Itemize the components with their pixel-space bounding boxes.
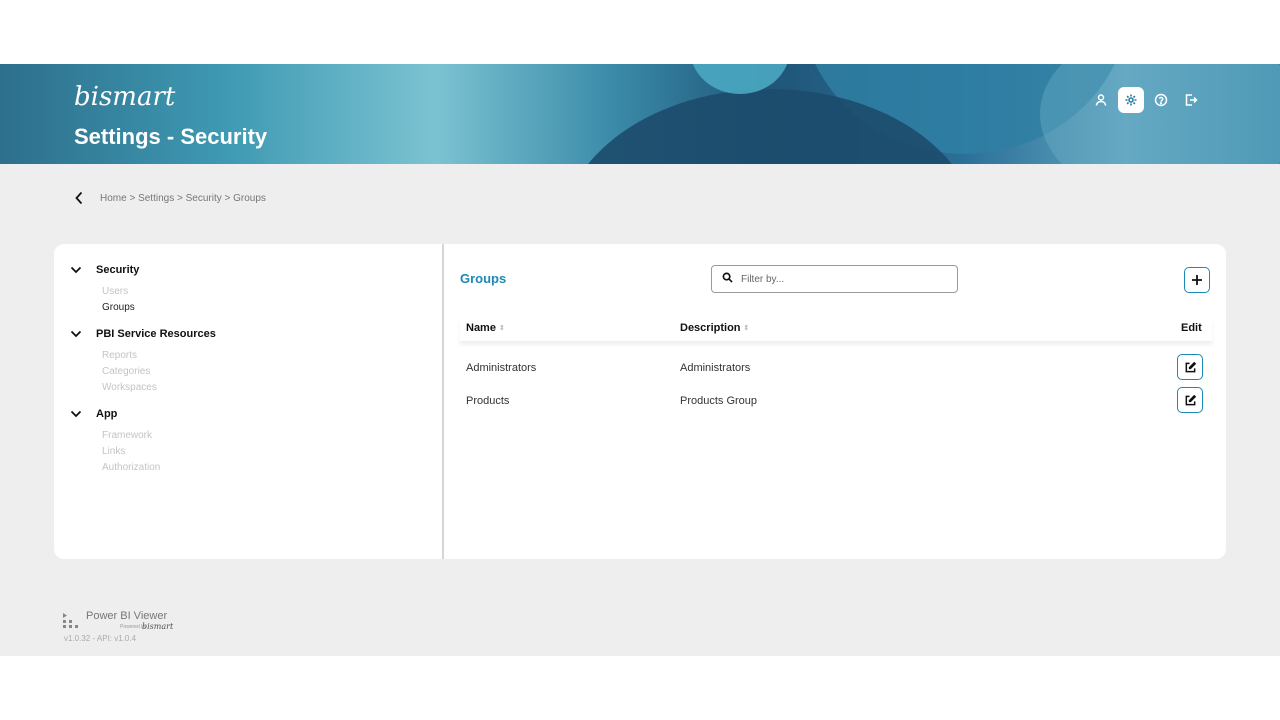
plus-icon	[1192, 275, 1202, 285]
sidebar-item-authorization[interactable]: Authorization	[102, 460, 160, 476]
table-row: Products Products Group	[460, 385, 1212, 417]
sidebar-item-users[interactable]: Users	[102, 284, 139, 300]
table-row: Administrators Administrators	[460, 352, 1212, 384]
page-title: Settings - Security	[74, 124, 268, 149]
edit-icon	[1185, 394, 1196, 405]
column-header-name[interactable]: Name ⇕	[466, 322, 505, 334]
edit-button[interactable]	[1177, 387, 1203, 413]
sidebar-group-title: PBI Service Resources	[96, 328, 216, 340]
logout-icon[interactable]	[1178, 87, 1204, 113]
settings-card: Security Users Groups PBI Service Resour…	[54, 244, 1226, 559]
filter-input[interactable]	[741, 273, 941, 285]
sidebar-item-groups[interactable]: Groups	[102, 300, 139, 316]
row-description: Products Group	[680, 395, 758, 407]
help-icon[interactable]	[1148, 87, 1174, 113]
sidebar-group-security: Security Users Groups	[70, 262, 139, 316]
settings-icon[interactable]	[1118, 87, 1144, 113]
table-header: Name ⇕ Description ⇕ Edit	[460, 320, 1212, 342]
chevron-down-icon[interactable]	[70, 261, 82, 279]
footer-app-title: Power BI Viewer	[86, 610, 168, 622]
panel-title: Groups	[460, 271, 507, 286]
search-icon	[722, 270, 733, 288]
edit-icon	[1185, 361, 1196, 372]
back-arrow-icon[interactable]	[72, 190, 86, 206]
row-name: Administrators	[466, 362, 537, 374]
header-banner: bismart Settings - Security	[0, 64, 1280, 164]
sidebar: Security Users Groups PBI Service Resour…	[54, 244, 444, 559]
column-header-description[interactable]: Description ⇕	[680, 322, 749, 334]
column-header-edit: Edit	[1181, 322, 1202, 334]
footer-version: v1.0.32 - API: v1.0.4	[64, 634, 137, 643]
power-bi-viewer-logo-icon	[63, 613, 78, 628]
edit-button[interactable]	[1177, 354, 1203, 380]
sidebar-group-header[interactable]: App	[70, 406, 160, 422]
sidebar-item-reports[interactable]: Reports	[102, 348, 216, 364]
app-root: bismart Settings - Security Home > Setti…	[0, 64, 1280, 656]
sidebar-group-pbi-service-resources: PBI Service Resources Reports Categories…	[70, 326, 216, 396]
user-icon[interactable]	[1088, 87, 1114, 113]
sidebar-group-header[interactable]: PBI Service Resources	[70, 326, 216, 342]
sidebar-group-title: App	[96, 408, 118, 420]
groups-panel: Groups Name⇕ Description⇕ Edit Administr…	[446, 244, 1226, 559]
footer-brand: bismart	[142, 622, 174, 631]
breadcrumb: Home > Settings > Security > Groups	[72, 190, 266, 206]
breadcrumb-path[interactable]: Home > Settings > Security > Groups	[100, 193, 266, 204]
sidebar-item-links[interactable]: Links	[102, 444, 160, 460]
chevron-down-icon[interactable]	[70, 325, 82, 343]
sidebar-item-categories[interactable]: Categories	[102, 364, 216, 380]
sort-icon[interactable]: ⇕	[499, 324, 505, 332]
row-name: Products	[466, 395, 510, 407]
chevron-down-icon[interactable]	[70, 405, 82, 423]
sort-icon[interactable]: ⇕	[744, 324, 750, 332]
row-description: Administrators	[680, 362, 751, 374]
brand-logo: bismart	[74, 82, 176, 112]
sidebar-group-app: App Framework Links Authorization	[70, 406, 160, 476]
sidebar-group-title: Security	[96, 264, 140, 276]
add-group-button[interactable]	[1184, 267, 1210, 293]
sidebar-item-workspaces[interactable]: Workspaces	[102, 380, 216, 396]
banner-decoration	[1040, 64, 1280, 164]
filter-box[interactable]	[711, 265, 958, 293]
header-actions	[1088, 87, 1204, 113]
sidebar-item-framework[interactable]: Framework	[102, 428, 160, 444]
sidebar-group-header[interactable]: Security	[70, 262, 139, 278]
